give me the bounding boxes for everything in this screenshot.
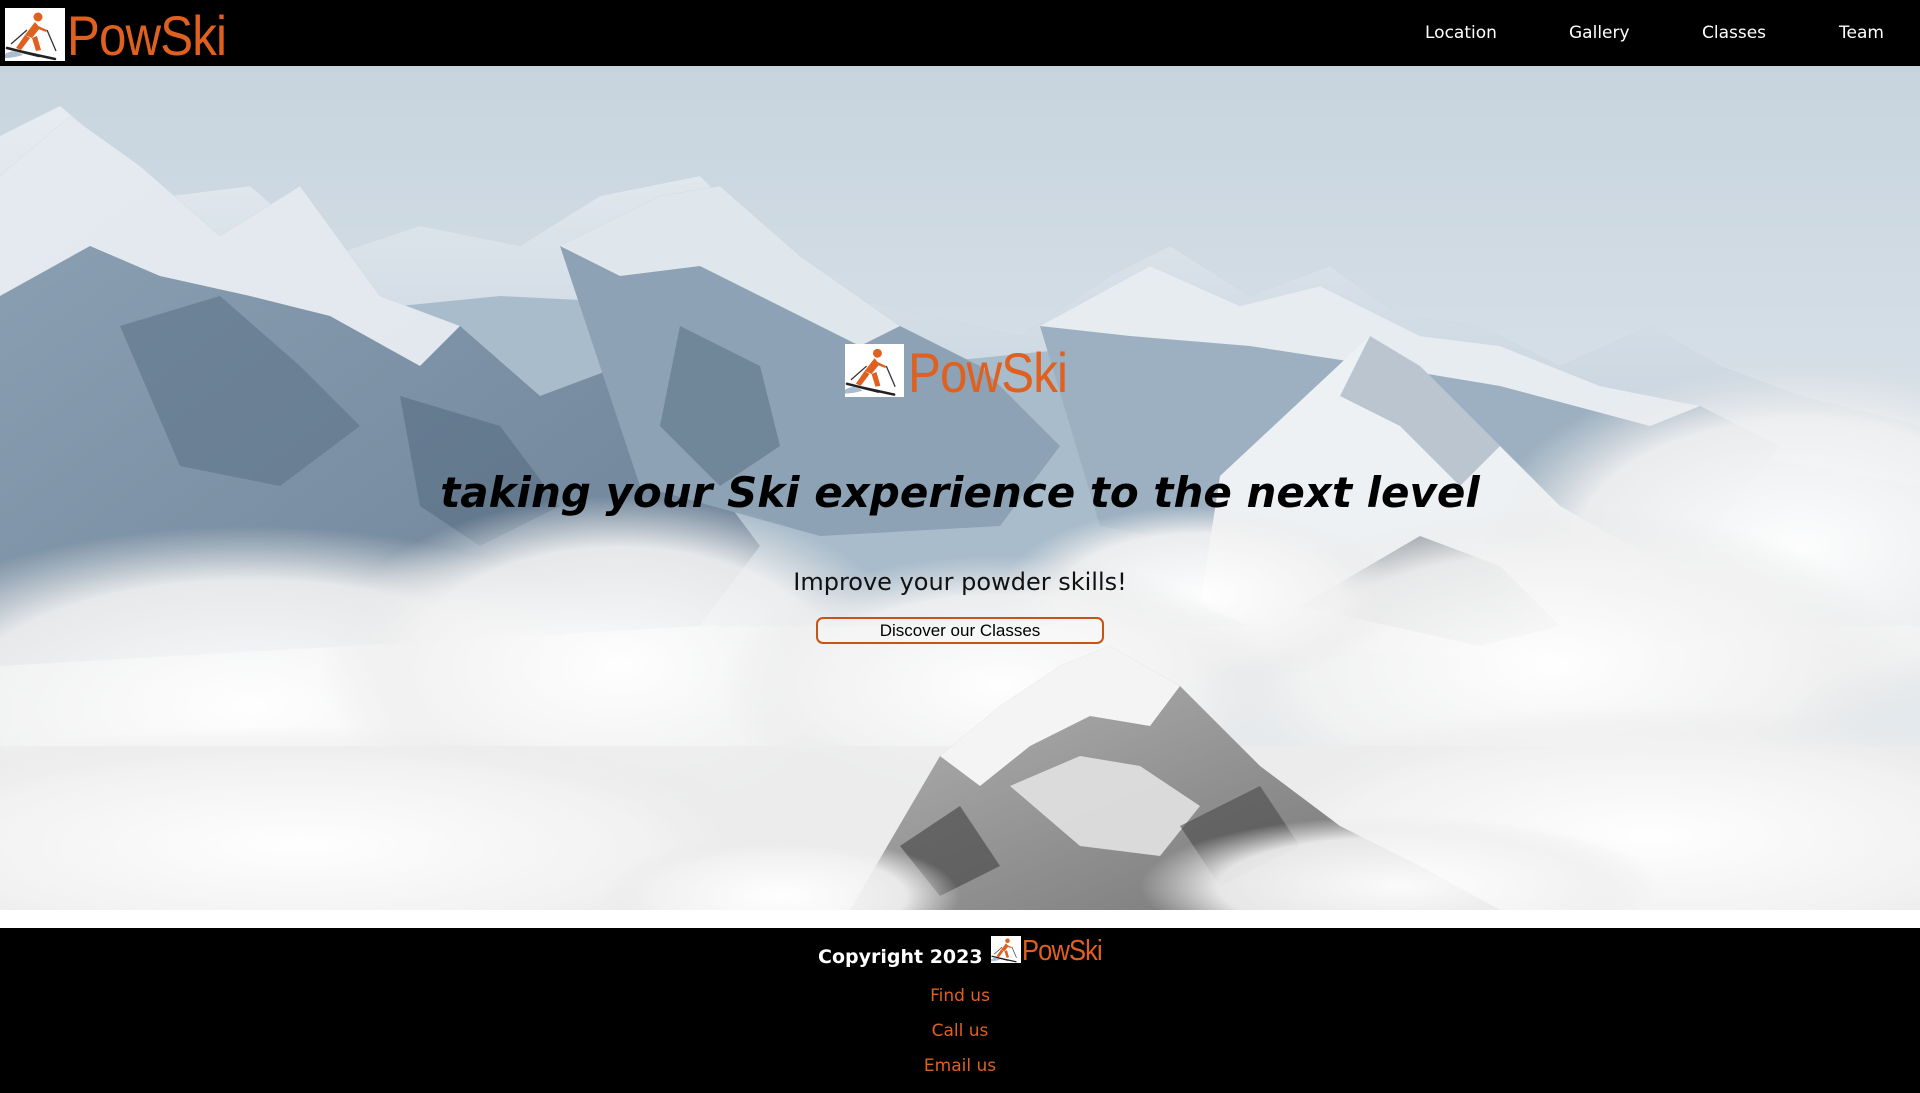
hero-logo: PowSki	[845, 339, 1089, 401]
footer-link-find-us[interactable]: Find us	[0, 979, 1920, 1014]
nav-link-location[interactable]: Location	[1425, 23, 1497, 43]
nav-link-classes[interactable]: Classes	[1702, 23, 1766, 43]
footer-link-email-us[interactable]: Email us	[0, 1049, 1920, 1084]
nav-link-gallery[interactable]: Gallery	[1569, 23, 1630, 43]
discover-classes-button[interactable]: Discover our Classes	[816, 617, 1104, 644]
skier-icon	[990, 935, 1021, 963]
footer-brand-name: PowSki	[1021, 934, 1103, 967]
skier-icon	[845, 343, 904, 397]
footer-link-call-us[interactable]: Call us	[0, 1014, 1920, 1049]
navbar: PowSki Location Gallery Classes Team	[0, 0, 1920, 66]
footer-logo: PowSki	[990, 933, 1113, 967]
hero-section: PowSki taking your Ski experience to the…	[0, 66, 1920, 910]
hero-brand-name: PowSki	[908, 341, 1068, 404]
hero-subtitle: Improve your powder skills!	[793, 568, 1127, 596]
brand-name: PowSki	[67, 4, 227, 67]
hero-tagline: taking your Ski experience to the next l…	[440, 468, 1480, 517]
nav-link-team[interactable]: Team	[1839, 23, 1884, 43]
footer-links: Find us Call us Email us	[0, 979, 1920, 1084]
footer: Copyright 2023 PowSki Find us Call us Em…	[0, 928, 1920, 1093]
brand-home-link[interactable]: PowSki	[5, 4, 248, 64]
skier-icon	[5, 7, 65, 61]
copyright-row: Copyright 2023 PowSki	[818, 930, 1112, 968]
copyright-text: Copyright 2023	[818, 946, 983, 968]
